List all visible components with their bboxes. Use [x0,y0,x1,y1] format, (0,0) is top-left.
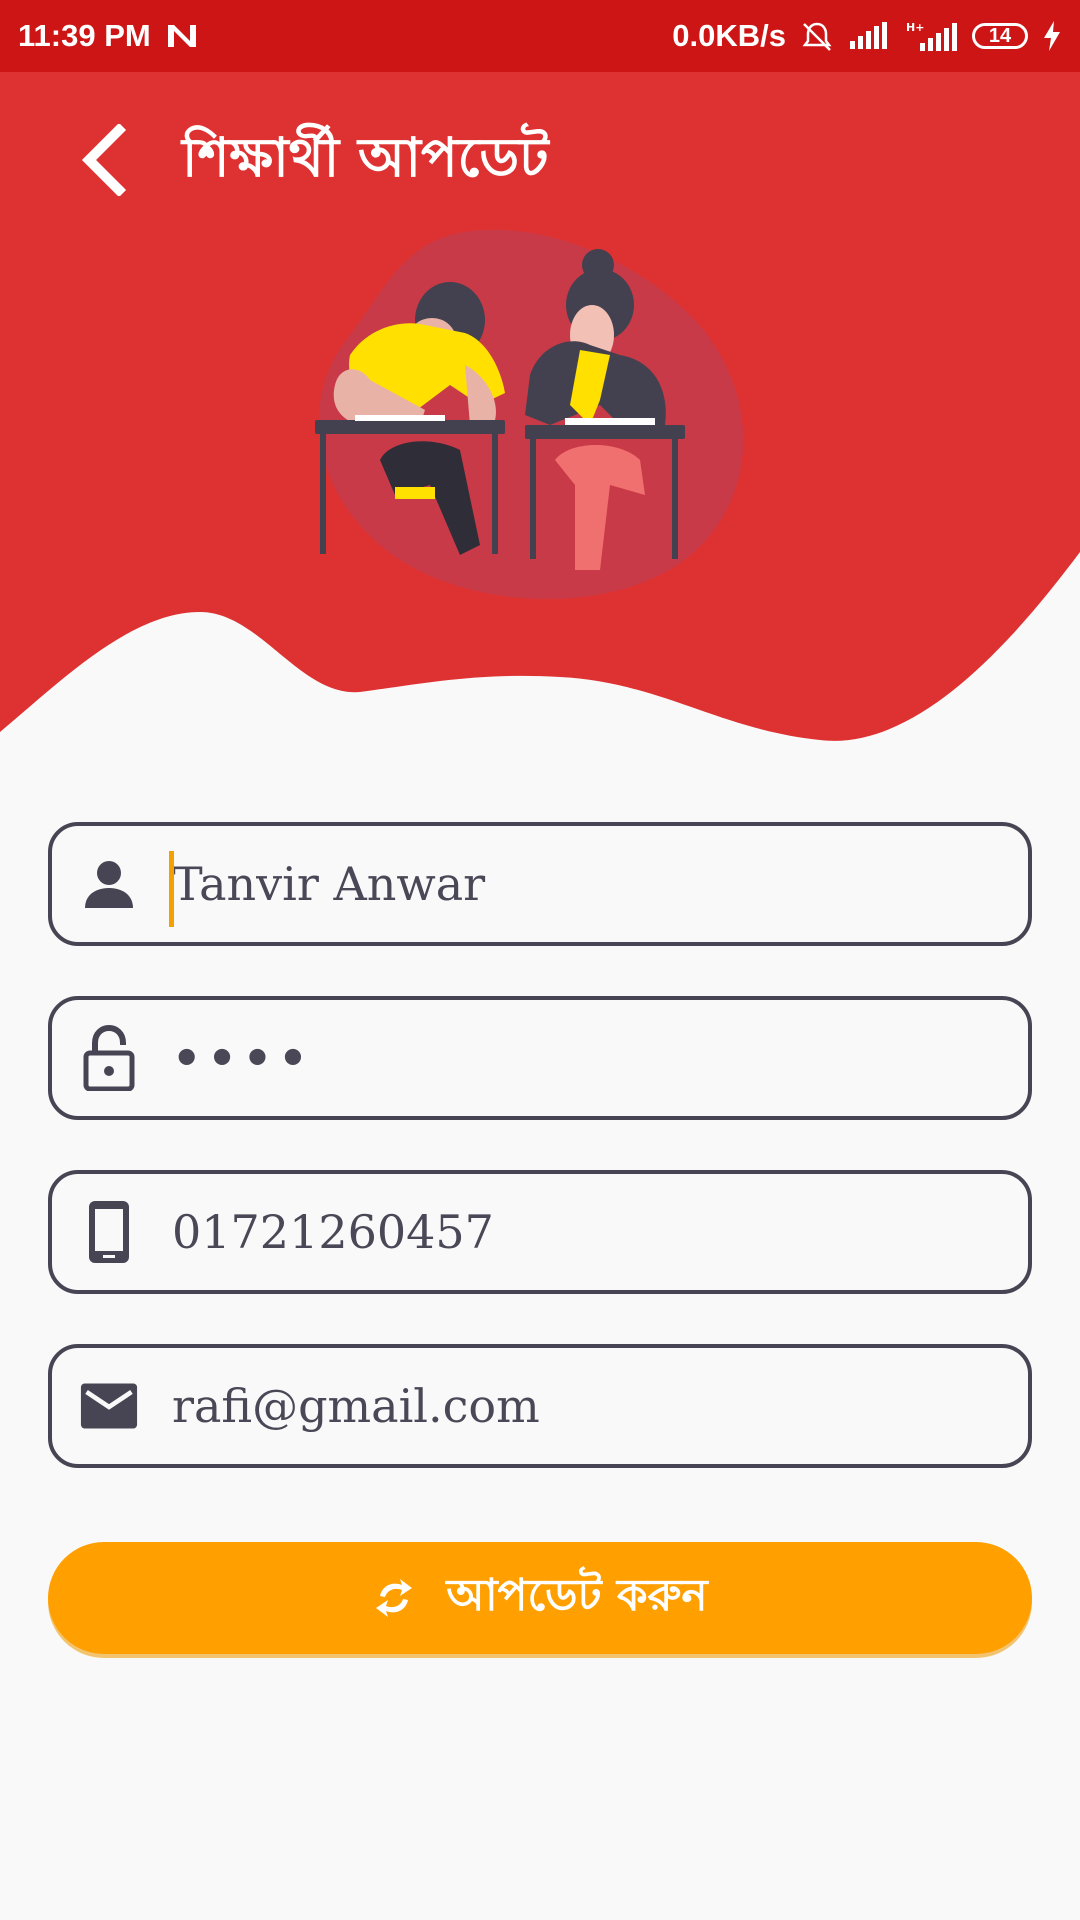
battery-level: 14 [988,24,1012,47]
name-value: Tanvir Anwar [172,857,486,911]
person-icon [80,855,138,913]
update-button-label: আপডেট করুন [446,1569,708,1621]
update-button[interactable]: আপডেট করুন [48,1542,1032,1654]
signal-icon [848,21,888,51]
notification-n-icon [165,21,199,51]
mail-icon [80,1377,138,1435]
chevron-left-icon [81,124,127,196]
phone-icon [80,1201,138,1263]
battery-icon: 14 [972,23,1028,49]
charging-bolt-icon [1042,20,1062,52]
page-title: শিক্ষার্থী আপডেট [182,126,549,189]
back-button[interactable] [70,120,140,200]
mute-bell-icon [800,20,834,52]
password-field[interactable]: •••• [48,996,1032,1120]
name-field[interactable]: Tanvir Anwar [48,822,1032,946]
password-input[interactable]: •••• [172,1031,314,1085]
phone-field[interactable]: 01721260457 [48,1170,1032,1294]
hplus-signal-icon: H+ [902,19,958,53]
unlock-icon [80,1025,138,1091]
students-exam-illustration [315,229,744,599]
phone-input[interactable]: 01721260457 [172,1205,494,1259]
status-bar-right: 0.0KB/s H+ 14 [672,18,1062,54]
email-input[interactable]: rafi@gmail.com [172,1379,540,1433]
status-time: 11:39 PM [18,18,151,53]
network-speed: 0.0KB/s [672,18,786,53]
email-field[interactable]: rafi@gmail.com [48,1344,1032,1468]
status-bar: 11:39 PM 0.0KB/s H+ 14 [0,0,1080,72]
svg-text:H+: H+ [906,21,924,34]
name-input[interactable]: Tanvir Anwar [169,851,486,927]
text-cursor [169,851,174,927]
refresh-icon [376,1579,413,1617]
status-bar-left: 11:39 PM [18,18,199,54]
